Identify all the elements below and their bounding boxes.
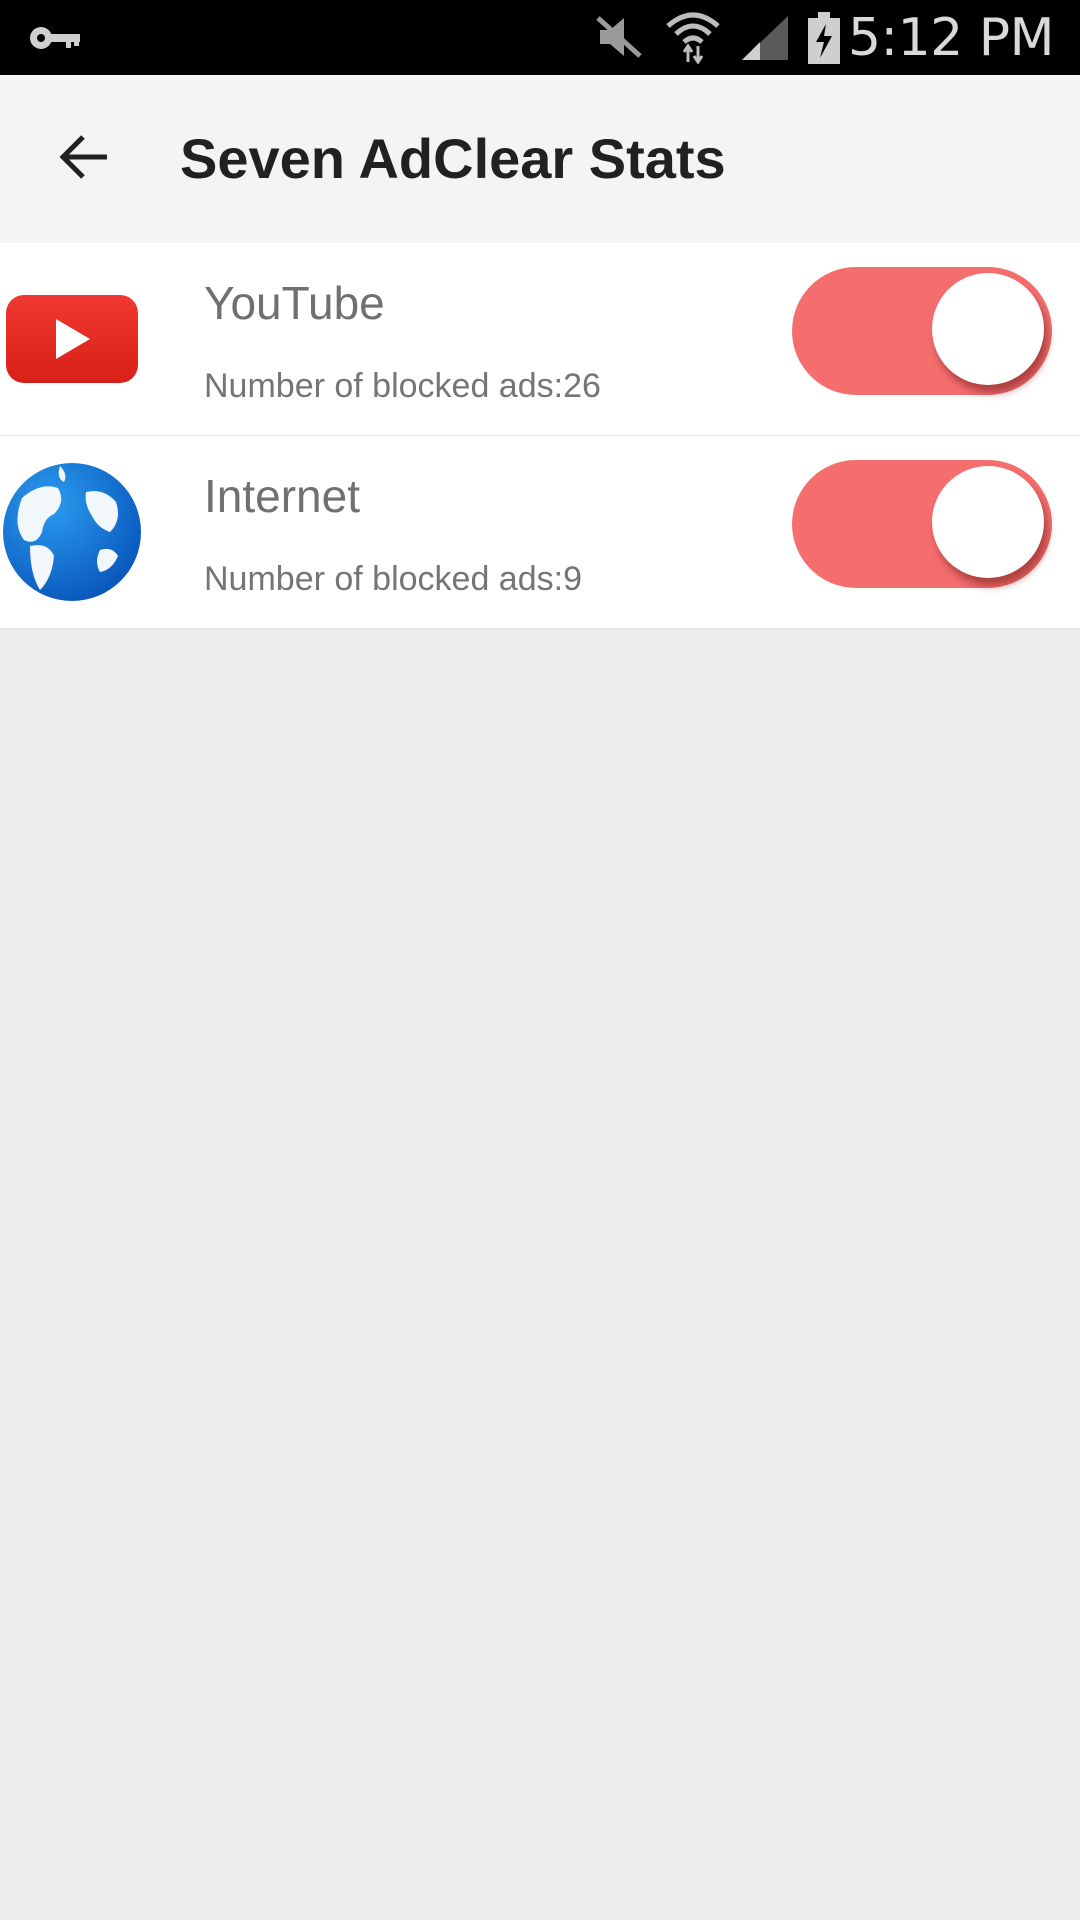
list-item-youtube: YouTube Number of blocked ads:26	[0, 243, 1080, 436]
globe-icon	[3, 463, 141, 601]
internet-toggle[interactable]	[792, 460, 1052, 588]
blocked-ads-count: Number of blocked ads:9	[204, 560, 582, 598]
youtube-toggle[interactable]	[792, 267, 1052, 395]
toggle-knob	[932, 466, 1044, 578]
blocked-ads-count: Number of blocked ads:26	[204, 367, 601, 405]
status-time: 5:12 PM	[847, 8, 1055, 68]
status-bar: 5:12 PM	[0, 0, 1080, 75]
battery-charging-icon	[808, 12, 840, 64]
youtube-icon	[6, 295, 138, 383]
arrow-back-icon	[59, 135, 107, 179]
toggle-knob	[932, 273, 1044, 385]
wifi-icon	[666, 12, 720, 64]
app-name: Internet	[204, 470, 360, 522]
cell-signal-icon	[742, 16, 788, 60]
back-button[interactable]	[44, 117, 124, 197]
list-item-internet: Internet Number of blocked ads:9	[0, 436, 1080, 629]
vpn-key-icon	[30, 27, 80, 49]
mute-icon	[596, 16, 642, 58]
app-list: YouTube Number of blocked ads:26 Interne…	[0, 243, 1080, 629]
app-bar: Seven AdClear Stats	[0, 75, 1080, 243]
page-title: Seven AdClear Stats	[180, 127, 726, 190]
app-name: YouTube	[204, 277, 385, 329]
